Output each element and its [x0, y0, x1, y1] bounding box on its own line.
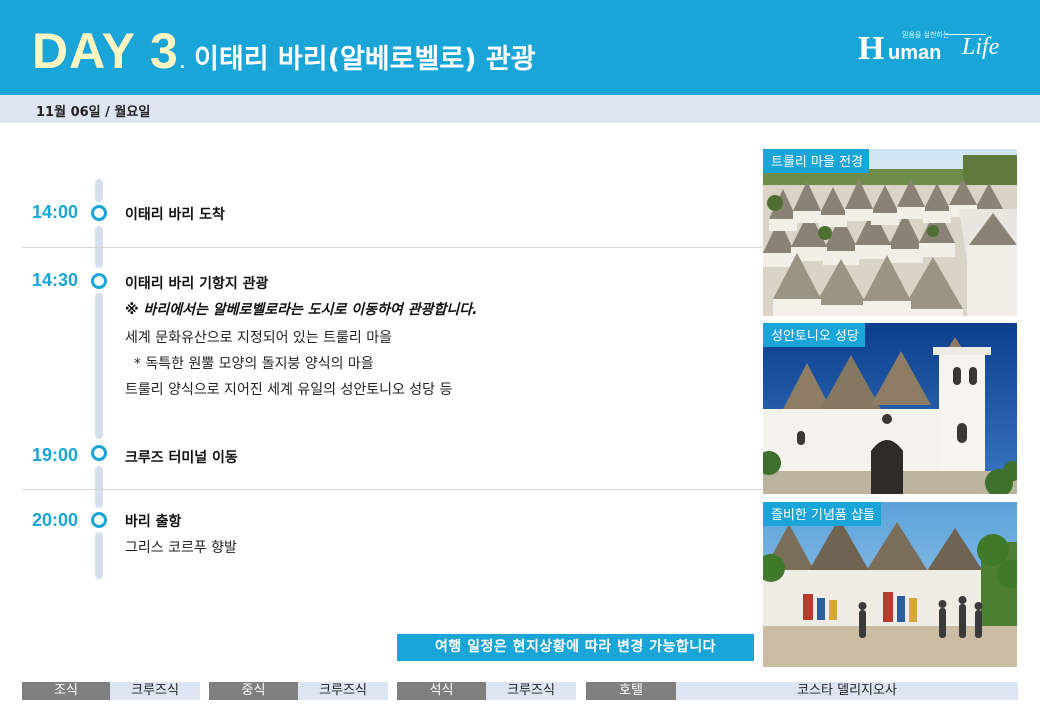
date-text: 11월 06일 / 월요일 [36, 105, 151, 120]
logo-word-uman: uman [888, 42, 942, 64]
page-title: DAY 3. 이태리 바리(알베로벨로) 관광 [32, 22, 536, 80]
logo-tagline: 믿음을 실천하는 [902, 31, 950, 39]
timeline-track [95, 179, 103, 202]
photo-caption: 트룰리 마을 전경 [763, 149, 869, 173]
timeline-marker [91, 205, 107, 221]
timeline-track [95, 293, 103, 439]
photo-trulli-village: 트룰리 마을 전경 [763, 149, 1017, 316]
event-title: 이태리 바리 도착 [125, 207, 225, 223]
time-label: 20:00 [32, 510, 79, 530]
hotel-value: 코스타 델리지오사 [676, 682, 1018, 700]
timeline-track [95, 532, 103, 579]
day-title-text: 이태리 바리(알베로벨로) 관광 [194, 44, 536, 75]
meal-label-breakfast: 조식 [22, 682, 110, 700]
schedule-divider [22, 489, 762, 490]
souvenir-shops-image [763, 502, 1017, 667]
meal-label-lunch: 중식 [209, 682, 298, 700]
timeline-marker [91, 273, 107, 289]
time-label: 14:00 [32, 202, 79, 222]
logo-letter-h: H [858, 30, 885, 67]
schedule-divider [22, 247, 762, 248]
event-title: 바리 출항 [125, 514, 182, 530]
event-note: ※ 바리에서는 알베로벨로라는 도시로 이동하여 관광합니다. [125, 302, 478, 318]
photo-caption: 성안토니오 성당 [763, 323, 865, 347]
timeline-marker [91, 445, 107, 461]
st-anthony-church-image [763, 323, 1017, 494]
time-label: 14:30 [32, 270, 79, 290]
timeline-track [95, 466, 103, 508]
event-detail: * 독특한 원뿔 모양의 돌지붕 양식의 마을 [125, 356, 374, 372]
date-bar: 11월 06일 / 월요일 [0, 95, 1040, 123]
meal-value-lunch: 크루즈식 [298, 682, 388, 700]
trulli-village-image [763, 149, 1017, 316]
time-label: 19:00 [32, 445, 79, 465]
event-title: 크루즈 터미널 이동 [125, 450, 238, 466]
photo-souvenir-shops: 즐비한 기념품 샵들 [763, 502, 1017, 667]
meal-value-dinner: 크루즈식 [486, 682, 576, 700]
title-dot: . [178, 44, 187, 74]
logo-word-life: Life [962, 34, 1000, 60]
hotel-label: 호텔 [586, 682, 676, 700]
photo-st-anthony-church: 성안토니오 성당 [763, 323, 1017, 494]
event-detail: 트룰리 양식으로 지어진 세계 유일의 성안토니오 성당 등 [125, 382, 453, 398]
event-detail: 그리스 코르푸 향발 [125, 540, 237, 556]
timeline-marker [91, 512, 107, 528]
event-title: 이태리 바리 기항지 관광 [125, 276, 269, 292]
meal-label-dinner: 석식 [397, 682, 486, 700]
human-life-logo: 믿음을 실천하는 H uman Life [858, 28, 1008, 70]
event-detail: 세계 문화유산으로 지정되어 있는 트룰리 마을 [125, 330, 392, 346]
itinerary-change-notice: 여행 일정은 현지상황에 따라 변경 가능합니다 [397, 634, 754, 661]
day-number: DAY 3 [32, 23, 179, 79]
page-header: DAY 3. 이태리 바리(알베로벨로) 관광 믿음을 실천하는 H uman L… [0, 0, 1040, 95]
photo-caption: 즐비한 기념품 샵들 [763, 502, 881, 526]
meal-value-breakfast: 크루즈식 [110, 682, 200, 700]
